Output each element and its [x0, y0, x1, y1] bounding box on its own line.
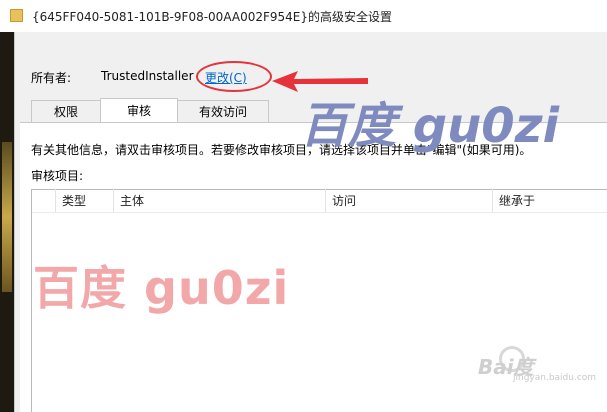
- watermark-script-text: 百度 gu0zi: [300, 98, 560, 154]
- column-header-inherited-from[interactable]: 继承于: [492, 189, 607, 212]
- title-bar: {645FF040-5081-101B-9F08-00AA002F954E}的高…: [0, 0, 607, 32]
- tab-effective-access[interactable]: 有效访问: [177, 100, 269, 122]
- folder-icon: [10, 9, 23, 22]
- watermark-text: 百度 gu0zi: [33, 261, 290, 315]
- column-header-type[interactable]: 类型: [55, 189, 113, 212]
- baidu-site-text: jingyan.baidu.com: [513, 373, 597, 383]
- tab-permissions[interactable]: 权限: [31, 100, 101, 122]
- desktop-glow: [2, 142, 12, 292]
- tab-strip: 权限 审核 有效访问: [31, 98, 269, 122]
- background-desktop-strip: [0, 32, 14, 412]
- owner-label: 所有者:: [31, 71, 72, 85]
- tab-auditing[interactable]: 审核: [100, 98, 178, 122]
- annotation-ellipse: [196, 61, 272, 92]
- window-title: {645FF040-5081-101B-9F08-00AA002F954E}的高…: [32, 10, 393, 24]
- column-header-access[interactable]: 访问: [325, 189, 492, 212]
- header-divider: [32, 212, 607, 213]
- column-header-principal[interactable]: 主体: [113, 189, 325, 212]
- audit-entries-label: 审核项目:: [31, 169, 84, 183]
- owner-value: TrustedInstaller: [101, 69, 194, 83]
